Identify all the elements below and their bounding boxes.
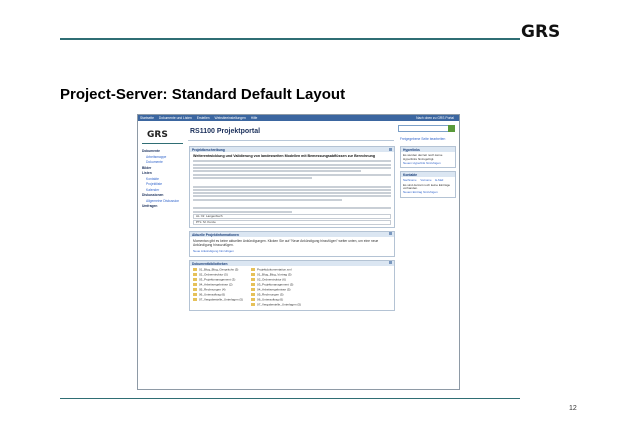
sidebar-item-documents[interactable]: Dokumente — [142, 149, 184, 153]
edit-page-link[interactable]: Freigegebene Seite bearbeiten — [400, 137, 445, 141]
portal-sidebar: Dokumente Arbeitsmappe Dokumente Bilder … — [142, 149, 184, 210]
nav-up-link[interactable]: Nach oben zu GRS Portal — [416, 116, 454, 120]
text-line — [193, 167, 391, 170]
portlet-header: Projektbeschreibung — [190, 147, 394, 152]
text-line — [193, 195, 391, 198]
sidebar-item-images[interactable]: Bilder — [142, 166, 184, 170]
info-row-ptl: PTL: M. Kunze — [193, 219, 391, 225]
text-line — [193, 192, 391, 195]
portal-search-input[interactable] — [398, 125, 454, 132]
sidebar-item-lists[interactable]: Listen — [142, 171, 184, 175]
portal-screenshot: Startseite Dokumente und Listen Erstelle… — [137, 114, 460, 390]
add-hyperlink-link[interactable]: Neuen Hyperlink hinzufügen — [403, 161, 441, 165]
text-line — [193, 173, 391, 176]
portal-right-column: Hyperlinks Es wurden derzeit noch keine … — [400, 146, 456, 201]
portlet-title: Dokumentbibliotheken — [192, 261, 228, 266]
column-firstname[interactable]: Vorname — [420, 178, 431, 183]
portlet-header: Dokumentbibliotheken — [190, 260, 394, 266]
library-item[interactable]: 06_Unterauftrag (6) — [251, 298, 301, 302]
nav-item-documents[interactable]: Dokumente und Listen — [159, 116, 192, 120]
portlet-menu-icon[interactable] — [389, 261, 392, 265]
portlet-header: Aktuelle Projektinformationen — [190, 231, 394, 237]
text-line — [193, 210, 292, 213]
column-email[interactable]: E-Mail — [435, 178, 443, 183]
portlet-title: Projektbeschreibung — [192, 148, 225, 152]
portlet-menu-icon[interactable] — [389, 147, 392, 151]
portlet-body: Weiterentwicklung und Validierung von la… — [190, 152, 394, 227]
portal-nav-bar: Startseite Dokumente und Listen Erstelle… — [138, 115, 459, 121]
info-row-lead: AL: Dr. Langenbuch — [193, 213, 391, 219]
slide-title: Project-Server: Standard Default Layout — [60, 86, 346, 103]
text-line — [193, 170, 362, 173]
library-item[interactable]: 07_Vergabestelle_Unterlagen (5) — [251, 303, 301, 307]
contacts-portlet: Kontakte Nachname Vorname E-Mail Es sind… — [400, 171, 456, 198]
grs-logo: GRS — [521, 22, 561, 42]
top-divider — [60, 38, 520, 40]
portlet-body: Es wurden derzeit noch keine Hyperlinks … — [401, 152, 455, 167]
text-line — [193, 163, 391, 166]
text-line — [193, 176, 312, 179]
document-libraries-portlet: Dokumentbibliotheken 01_Blog_Blog_Gesprä… — [189, 259, 395, 312]
library-list-right: Projektdokumentation.xml 01_Blog_Blog_Vo… — [251, 267, 301, 308]
nav-item-settings[interactable]: Websiteeinstellungen — [215, 116, 246, 120]
text-line — [193, 188, 391, 191]
search-go-icon[interactable] — [448, 125, 455, 132]
page-number: 12 — [569, 405, 577, 412]
sidebar-item-documents-sub[interactable]: Dokumente — [142, 160, 184, 164]
project-heading: Weiterentwicklung und Validierung von la… — [193, 154, 376, 158]
column-lastname[interactable]: Nachname — [403, 178, 417, 183]
text-line — [193, 185, 391, 188]
portal-title-divider — [188, 140, 394, 141]
portal-main: Projektbeschreibung Weiterentwicklung un… — [189, 146, 395, 314]
sidebar-item-calendar[interactable]: Kalender — [142, 188, 184, 192]
sidebar-item-projectlist[interactable]: Projektliste — [142, 182, 184, 186]
sidebar-item-general-discussion[interactable]: Allgemeine Diskussion — [142, 199, 184, 203]
library-item[interactable]: 07_Vergabestelle_Unterlagen (5) — [193, 298, 243, 302]
portlet-body: 01_Blog_Blog_Gesprächs (5) 02_Ordnerstru… — [190, 266, 394, 310]
portal-logo: GRS — [147, 130, 168, 140]
announcements-portlet: Aktuelle Projektinformationen Momentan g… — [189, 230, 395, 257]
text-line — [193, 198, 342, 201]
hyperlinks-portlet: Hyperlinks Es wurden derzeit noch keine … — [400, 146, 456, 169]
library-list-left: 01_Blog_Blog_Gesprächs (5) 02_Ordnerstru… — [193, 267, 243, 308]
text-line — [193, 160, 391, 163]
bottom-divider — [60, 398, 520, 399]
nav-item-home[interactable]: Startseite — [140, 116, 154, 120]
nav-item-help[interactable]: Hilfe — [251, 116, 258, 120]
sidebar-item-contacts[interactable]: Kontakte — [142, 177, 184, 181]
sidebar-item-discussions[interactable]: Diskussionen — [142, 193, 184, 197]
portlet-title: Aktuelle Projektinformationen — [192, 232, 239, 237]
portlet-menu-icon[interactable] — [389, 232, 392, 236]
portal-site-title: RS1100 Projektportal — [190, 128, 261, 135]
portlet-body: Momentan gibt es keine aktuellen Ankündi… — [190, 237, 394, 256]
sidebar-item-surveys[interactable]: Umfragen — [142, 204, 184, 208]
portlet-body: Nachname Vorname E-Mail Es sind derzeit … — [401, 177, 455, 197]
sidebar-item-workbook[interactable]: Arbeitsmappe — [142, 155, 184, 159]
announcement-text: Momentan gibt es keine aktuellen Ankündi… — [193, 238, 379, 248]
project-description-portlet: Projektbeschreibung Weiterentwicklung un… — [189, 146, 395, 228]
add-contact-link[interactable]: Neuen Eintrag hinzufügen — [403, 190, 438, 194]
add-announcement-link[interactable]: Neue Ankündigung hinzufügen — [193, 249, 234, 253]
text-line — [193, 207, 391, 210]
nav-item-create[interactable]: Erstellen — [197, 116, 210, 120]
portal-logo-divider — [142, 143, 183, 144]
